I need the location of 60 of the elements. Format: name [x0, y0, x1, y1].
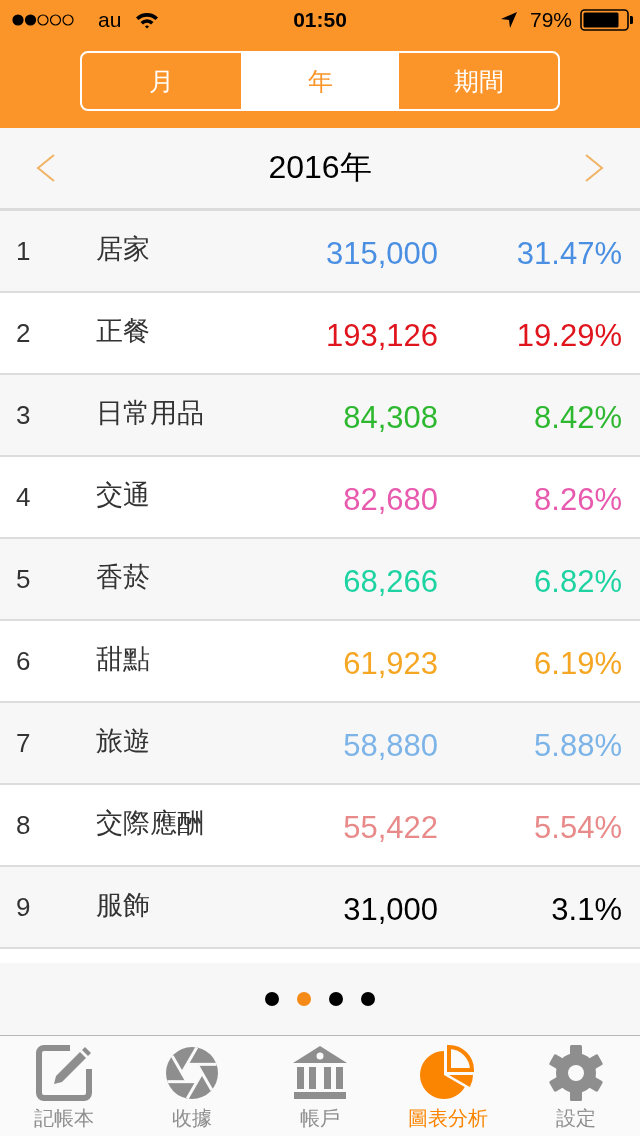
percent-value: 8.26% — [534, 481, 622, 518]
tab-item[interactable]: 收據 — [128, 1036, 256, 1136]
segment-tab[interactable]: 期間 — [399, 53, 558, 109]
chevron-left-icon — [36, 153, 56, 183]
category-name: 香菸 — [96, 561, 150, 594]
percent-value: 3.1% — [551, 891, 622, 928]
amount-value: 82,680 — [343, 481, 438, 518]
edit-icon — [34, 1043, 94, 1103]
battery-percent: 79% — [529, 8, 572, 32]
period-label: 2016年 — [268, 148, 372, 187]
category-name: 甜點 — [96, 643, 150, 676]
amount-value: 58,880 — [343, 727, 438, 764]
category-name: 正餐 — [96, 315, 150, 348]
tab-item[interactable]: 記帳本 — [0, 1036, 128, 1136]
amount-value: 68,266 — [343, 563, 438, 600]
carrier-name: au — [98, 8, 122, 32]
percent-value: 6.82% — [534, 563, 622, 600]
category-name: 日常用品 — [96, 397, 204, 430]
battery-icon — [580, 9, 634, 31]
category-name: 交際應酬 — [96, 807, 204, 840]
location-arrow-icon — [499, 11, 518, 29]
category-name: 服飾 — [96, 889, 150, 922]
percent-value: 5.88% — [534, 727, 622, 764]
rank-number: 1 — [16, 235, 31, 267]
chevron-right-icon — [584, 153, 604, 183]
tab-item[interactable]: 設定 — [512, 1036, 640, 1136]
tab-item[interactable]: 圖表分析 — [384, 1036, 512, 1136]
category-name: 旅遊 — [96, 725, 150, 758]
rank-number: 7 — [16, 727, 31, 759]
percent-value: 8.42% — [534, 399, 622, 436]
wifi-icon — [135, 11, 160, 29]
percent-value: 19.29% — [516, 317, 622, 354]
percent-value: 31.47% — [516, 235, 622, 272]
rank-number: 3 — [16, 399, 31, 431]
page-dot-icon[interactable] — [329, 992, 343, 1006]
status-time: 01:50 — [293, 8, 347, 32]
settings-icon — [546, 1043, 606, 1103]
rank-number: 9 — [16, 891, 31, 923]
amount-value: 61,923 — [343, 645, 438, 682]
signal-strength-icon — [12, 14, 74, 26]
rank-number: 4 — [16, 481, 31, 513]
rank-number: 5 — [16, 563, 31, 595]
segment-tab[interactable]: 月 — [82, 53, 241, 109]
page-dot-icon[interactable] — [361, 992, 375, 1006]
amount-value: 84,308 — [343, 399, 438, 436]
rank-number: 8 — [16, 809, 31, 841]
rank-number: 6 — [16, 645, 31, 677]
category-name: 交通 — [96, 479, 150, 512]
amount-value: 55,422 — [343, 809, 438, 846]
category-name: 居家 — [96, 233, 150, 266]
amount-value: 315,000 — [325, 235, 438, 272]
tab-item[interactable]: 帳戶 — [256, 1036, 384, 1136]
amount-value: 193,126 — [325, 317, 438, 354]
amount-value: 31,000 — [343, 891, 438, 928]
percent-value: 6.19% — [534, 645, 622, 682]
rank-number: 2 — [16, 317, 31, 349]
page-dot-icon[interactable] — [265, 992, 279, 1006]
segment-tab[interactable]: 年 — [240, 53, 400, 109]
percent-value: 5.54% — [534, 809, 622, 846]
page-dot-icon[interactable] — [297, 992, 311, 1006]
